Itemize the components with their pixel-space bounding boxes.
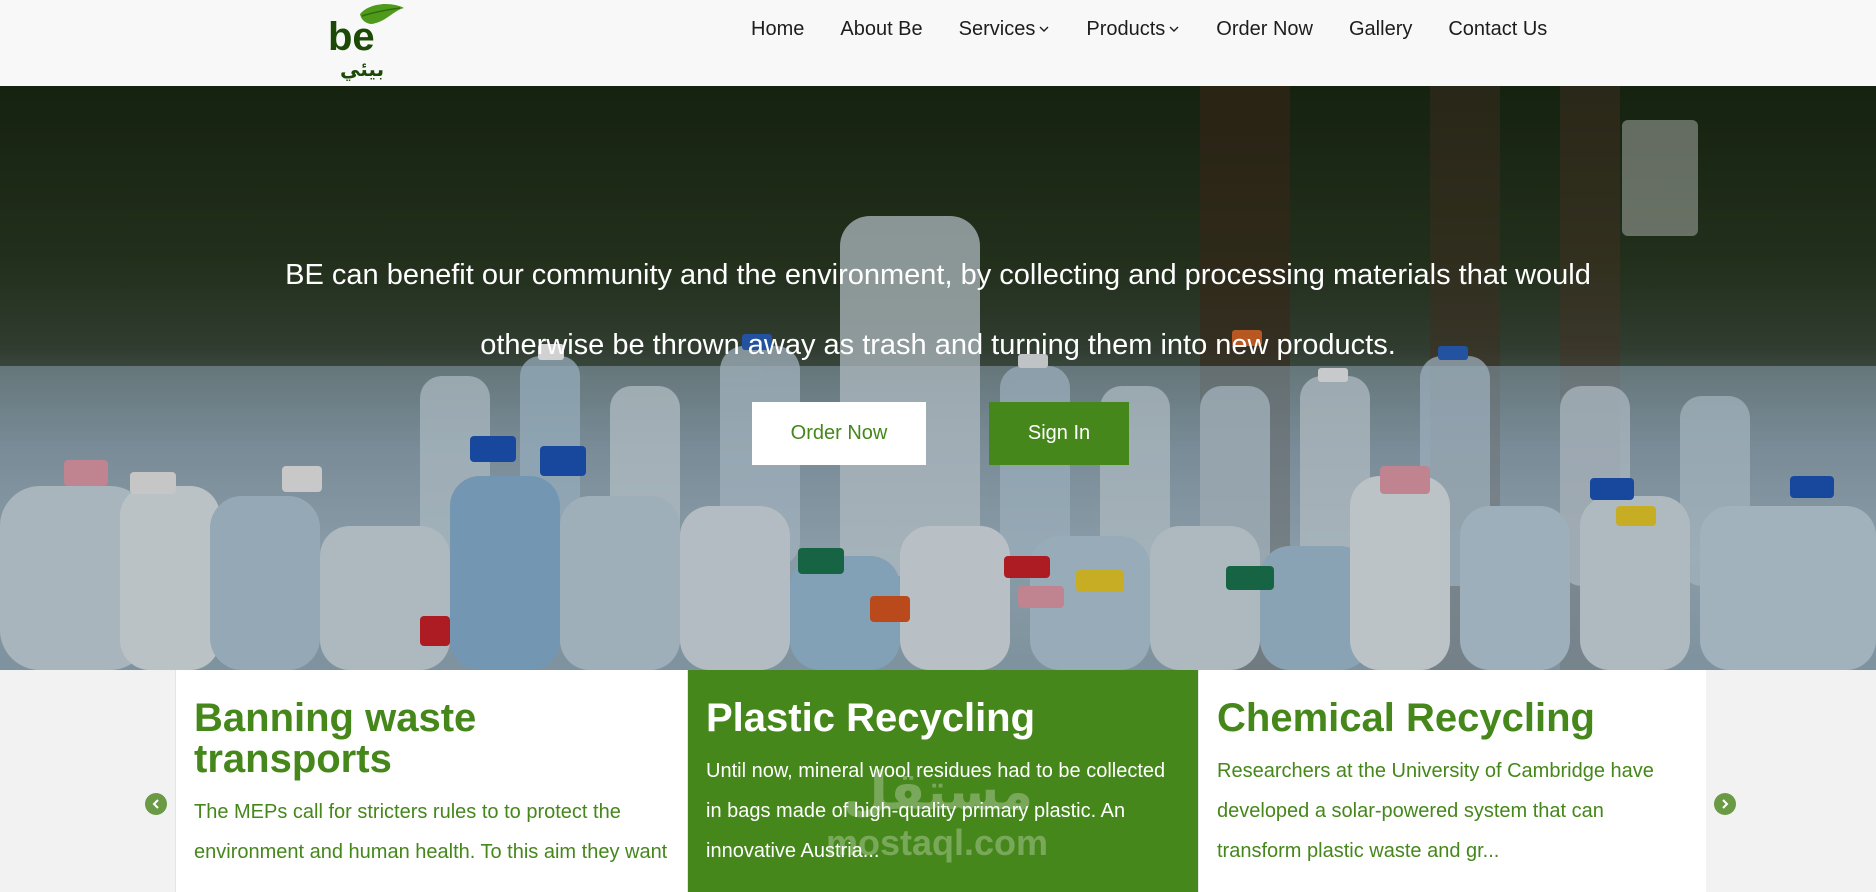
card-title: Banning waste transports bbox=[194, 696, 477, 781]
nav-home[interactable]: Home bbox=[751, 18, 804, 41]
news-carousel: Banning waste transports The MEPs call f… bbox=[0, 670, 1876, 892]
carousel-prev-button[interactable] bbox=[145, 793, 167, 815]
chevron-left-icon bbox=[152, 799, 159, 809]
nav-products[interactable]: Products bbox=[1086, 18, 1180, 41]
brand-logo[interactable]: be بيئي bbox=[326, 2, 406, 82]
nav-contact[interactable]: Contact Us bbox=[1448, 18, 1547, 41]
main-nav: Home About Be Services Products Order No… bbox=[751, 0, 1547, 58]
hero-line-1: BE can benefit our community and the env… bbox=[285, 259, 1591, 291]
hero-headline: BE can benefit our community and the env… bbox=[0, 240, 1876, 380]
hero-banner: BE can benefit our community and the env… bbox=[0, 86, 1876, 670]
nav-order-now[interactable]: Order Now bbox=[1216, 18, 1313, 41]
svg-text:be: be bbox=[328, 15, 375, 59]
hero-line-2: otherwise be thrown away as trash and tu… bbox=[480, 329, 1396, 361]
sign-in-button[interactable]: Sign In bbox=[989, 402, 1129, 465]
card-title: Chemical Recycling bbox=[1217, 696, 1595, 740]
card-text: The MEPs call for stricters rules to to … bbox=[194, 801, 668, 863]
chevron-right-icon bbox=[1722, 799, 1729, 809]
carousel-next-button[interactable] bbox=[1714, 793, 1736, 815]
chevron-down-icon bbox=[1169, 26, 1179, 32]
card-text: Researchers at the University of Cambrid… bbox=[1217, 760, 1654, 862]
svg-text:بيئي: بيئي bbox=[340, 57, 384, 82]
nav-gallery[interactable]: Gallery bbox=[1349, 18, 1412, 41]
news-card[interactable]: Plastic Recycling Until now, mineral woo… bbox=[687, 670, 1199, 892]
nav-services[interactable]: Services bbox=[959, 18, 1051, 41]
site-header: be بيئي Home About Be Services Products … bbox=[0, 0, 1876, 86]
chevron-down-icon bbox=[1039, 26, 1049, 32]
news-card[interactable]: Chemical Recycling Researchers at the Un… bbox=[1198, 670, 1706, 892]
nav-about[interactable]: About Be bbox=[840, 18, 922, 41]
card-text: Until now, mineral wool residues had to … bbox=[706, 760, 1166, 862]
card-title: Plastic Recycling bbox=[706, 696, 1036, 740]
order-now-button[interactable]: Order Now bbox=[752, 402, 926, 465]
news-card[interactable]: Banning waste transports The MEPs call f… bbox=[175, 670, 687, 892]
